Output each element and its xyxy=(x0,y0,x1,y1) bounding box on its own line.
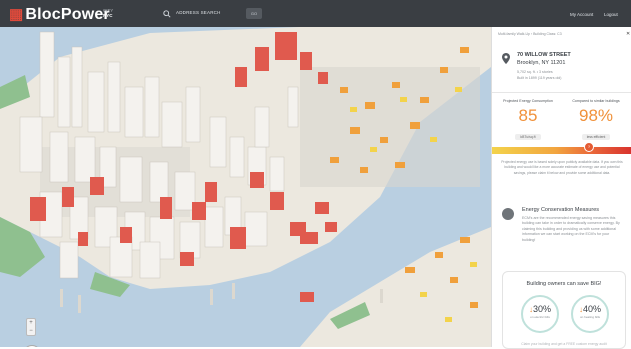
ecm-description: ECM's are the recommended energy saving … xyxy=(522,216,620,242)
building-detail-panel: Multi-family Walk-Up › Building Class: C… xyxy=(491,27,631,349)
logout-link[interactable]: Logout xyxy=(604,12,618,17)
savings-pct: 40% xyxy=(582,304,601,314)
city-value: NYC xyxy=(103,13,113,18)
city-label: CITY xyxy=(103,8,114,13)
efficiency-marker[interactable]: ? xyxy=(584,142,594,152)
stat-value: 98% xyxy=(578,106,614,125)
electric-savings-ring: ↓30% on electric bills xyxy=(521,295,559,333)
divider xyxy=(492,92,631,93)
breadcrumb: Multi-family Walk-Up › Building Class: C… xyxy=(498,32,562,36)
savings-label: on electric bills xyxy=(530,315,550,319)
zoom-control[interactable]: + − xyxy=(26,318,36,336)
zoom-in-button[interactable]: + xyxy=(27,319,35,327)
address-line-2: Brooklyn, NY 11201 xyxy=(517,60,566,66)
building-age: Built in 1899 (119 years old) xyxy=(517,76,562,80)
brand-name: BlocPower xyxy=(25,6,110,23)
stat-label: Compared to similar buildings xyxy=(572,99,620,103)
blocpower-logo[interactable]: ▦ BlocPower xyxy=(9,5,110,24)
stat-value: 85 xyxy=(518,106,538,125)
close-icon[interactable]: ✕ xyxy=(626,31,630,37)
my-account-link[interactable]: My Account xyxy=(570,12,593,17)
logo-mark-icon: ▦ xyxy=(9,6,24,23)
heating-savings-ring: ↓40% on heating bills xyxy=(571,295,609,333)
projection-note: Projected energy use is based solely upo… xyxy=(501,160,623,175)
map-canvas xyxy=(0,27,491,347)
projected-energy-stat: Projected Energy Consumption 85 kBTu/sq.… xyxy=(496,99,560,143)
location-pin-icon xyxy=(502,53,510,64)
ecm-icon xyxy=(502,208,514,220)
address-line-1: 70 WILLOW STREET xyxy=(517,52,571,58)
savings-label: on heating bills xyxy=(579,315,600,319)
search-go-button[interactable]: GO xyxy=(246,8,262,19)
stat-label: Projected Energy Consumption xyxy=(503,99,553,103)
efficiency-gradient-bar xyxy=(492,147,631,154)
savings-title: Building owners can save BIG! xyxy=(526,281,602,287)
savings-pct: 30% xyxy=(532,304,551,314)
top-bar: ▦ BlocPower CITY NYC ADDRESS SEARCH GO My… xyxy=(0,0,631,27)
savings-footer[interactable]: Claim your building and get a FREE custo… xyxy=(503,342,625,346)
building-size: 5,702 sq. ft. • 3 stories xyxy=(517,70,553,74)
city-3d-map[interactable]: + − xyxy=(0,27,491,347)
savings-card: Building owners can save BIG! ↓30% on el… xyxy=(502,271,626,349)
stat-unit-badge: kBTu/sq.ft xyxy=(515,134,541,140)
city-selector[interactable]: CITY NYC xyxy=(103,8,113,18)
comparison-stat: Compared to similar buildings 98% less e… xyxy=(564,99,628,143)
stat-unit-badge: less efficient xyxy=(581,134,611,140)
zoom-out-button[interactable]: − xyxy=(27,327,35,335)
ecm-title: Energy Conservation Measures xyxy=(522,207,600,213)
address-search-input[interactable]: ADDRESS SEARCH xyxy=(176,10,221,15)
search-icon[interactable] xyxy=(163,10,171,18)
